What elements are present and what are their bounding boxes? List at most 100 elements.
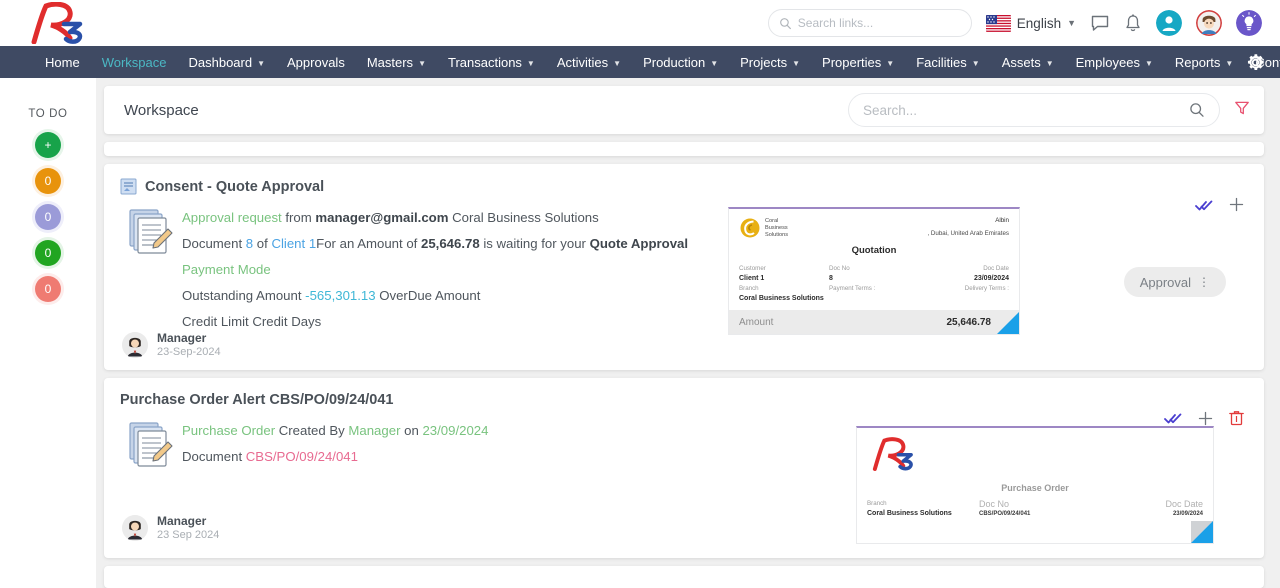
nav-item-reports[interactable]: Reports ▼: [1164, 46, 1244, 78]
nav-item-workspace[interactable]: Workspace: [91, 46, 178, 78]
preview-contact: Albin , Dubai, United Arab Emirates: [927, 217, 1009, 237]
preview-field-value: 23/09/2024: [973, 275, 1009, 282]
notification-line: Payment Mode: [182, 257, 728, 283]
notification-text-part: Payment Mode: [182, 262, 271, 277]
preview-doc-title: Purchase Order: [1001, 483, 1069, 493]
notification-text-part: 25,646.78: [421, 236, 480, 251]
notification-body: Purchase Order Created By Manager on 23/…: [120, 411, 1248, 544]
language-label: English: [1016, 15, 1062, 31]
preview-field-label: Customer: [739, 265, 766, 272]
nav-item-production[interactable]: Production ▼: [632, 46, 729, 78]
notification-text-part: Document: [182, 449, 246, 464]
preview-field-label: Delivery Terms :: [964, 285, 1009, 292]
app-logo[interactable]: [0, 0, 110, 46]
plus-icon: [1198, 411, 1213, 425]
preview-field-value: 8: [829, 275, 833, 282]
preview-amount-label: Amount: [739, 316, 774, 328]
notification-card: Consent - Quote Approval Approval reques…: [104, 164, 1264, 370]
notification-text-part: Document: [182, 236, 246, 251]
plus-icon[interactable]: [1198, 411, 1213, 426]
todo-badge-todo-count-red[interactable]: 0: [35, 276, 61, 302]
double-check-icon[interactable]: [1195, 198, 1213, 212]
chevron-down-icon: ▼: [971, 58, 980, 68]
chevron-down-icon: ▼: [1144, 58, 1153, 68]
nav-item-label: Activities: [556, 54, 609, 70]
links-search-input[interactable]: [797, 16, 961, 30]
todo-badge-todo-count-purple[interactable]: 0: [35, 204, 61, 230]
document-preview-thumbnail[interactable]: Coral Business Solutions Albin , Dubai, Un…: [728, 207, 1020, 335]
notification-text-part: For an Amount of: [316, 236, 421, 251]
notification-text-part: Coral Business Solutions: [448, 210, 599, 225]
nav-item-activities[interactable]: Activities ▼: [546, 46, 632, 78]
chevron-down-icon: ▼: [613, 58, 622, 68]
preview-field-value: Coral Business Solutions: [867, 510, 952, 517]
preview-field-label: Doc Date: [983, 265, 1009, 272]
document-preview-thumbnail[interactable]: Purchase Order Branch Coral Business Sol…: [856, 426, 1214, 544]
notification-text-part: is waiting for your: [479, 236, 590, 251]
todo-badge-todo-count-orange[interactable]: 0: [35, 168, 61, 194]
header-right-tools: English ▼: [767, 9, 1280, 37]
nav-item-transactions[interactable]: Transactions ▼: [437, 46, 546, 78]
nav-item-properties[interactable]: Properties ▼: [811, 46, 905, 78]
notification-card-header: Purchase Order Alert CBS/PO/09/24/041: [120, 392, 1248, 408]
todo-badge-add-todo[interactable]: +: [35, 132, 61, 158]
nav-item-employees[interactable]: Employees ▼: [1065, 46, 1164, 78]
idea-bulb-icon[interactable]: [1236, 10, 1262, 36]
links-search-box[interactable]: [767, 9, 972, 37]
double-check-icon[interactable]: [1164, 411, 1182, 425]
preview-field-label: Doc No: [979, 499, 1010, 509]
filter-funnel-icon[interactable]: [1234, 100, 1250, 121]
workspace-search-input[interactable]: [863, 102, 1189, 118]
workspace-search-box[interactable]: [848, 93, 1220, 127]
preview-company-logo: [867, 436, 1203, 477]
nav-item-label: Production: [643, 54, 706, 70]
notification-card-header: Consent - Quote Approval: [120, 178, 1248, 195]
nav-item-label: Home: [45, 54, 80, 70]
profile-avatar[interactable]: [1196, 10, 1222, 36]
preview-field-value: 23/09/2024: [1172, 511, 1203, 517]
nav-item-facilities[interactable]: Facilities ▼: [905, 46, 991, 78]
notification-card: Purchase Order Alert CBS/PO/09/24/041 Pu…: [104, 378, 1264, 558]
language-selector[interactable]: English ▼: [985, 14, 1076, 32]
chevron-down-icon: ▼: [1067, 18, 1076, 28]
preview-contact-address: , Dubai, United Arab Emirates: [927, 230, 1009, 237]
nav-item-projects[interactable]: Projects ▼: [729, 46, 811, 78]
double-check-icon: [1164, 413, 1182, 424]
chevron-down-icon: ▼: [257, 58, 266, 68]
chat-icon[interactable]: [1090, 13, 1110, 33]
notification-text-part: Credit Limit Credit Days: [182, 314, 322, 329]
nav-item-label: Properties: [822, 54, 882, 70]
notification-text-part: on: [400, 423, 423, 438]
search-icon: [1190, 103, 1204, 117]
workspace-content: Workspace Consent -: [96, 78, 1280, 588]
chevron-down-icon: ▼: [418, 58, 426, 68]
nav-item-dashboard[interactable]: Dashboard ▼: [177, 46, 276, 78]
nav-item-label: Masters: [366, 54, 414, 70]
notification-text-lines: Approval request from manager@gmail.com …: [182, 201, 728, 335]
nav-item-assets[interactable]: Assets ▼: [991, 46, 1065, 78]
nav-item-label: Employees: [1075, 54, 1140, 70]
approval-button[interactable]: Approval ⋮: [1123, 267, 1226, 297]
bell-icon[interactable]: [1124, 13, 1142, 33]
todo-badge-todo-count-green[interactable]: 0: [35, 240, 61, 266]
nav-item-masters[interactable]: Masters ▼: [356, 46, 437, 78]
nav-item-home[interactable]: Home: [34, 46, 91, 78]
nav-item-approvals[interactable]: Approvals: [276, 46, 356, 78]
nav-item-label: Approvals: [287, 54, 345, 70]
document-icon-wrap: [120, 201, 182, 335]
delete-trash-icon[interactable]: [1229, 410, 1244, 426]
document-report-icon: [120, 178, 137, 195]
notification-text-lines: Purchase Order Created By Manager on 23/…: [182, 414, 728, 470]
chevron-down-icon: ▼: [526, 58, 535, 68]
settings-gear-button[interactable]: [1245, 46, 1266, 78]
us-flag-icon: [985, 14, 1011, 32]
user-icon[interactable]: [1156, 10, 1182, 36]
notification-text-part: CBS/PO/09/24/041: [245, 449, 358, 464]
card-partial-bottom: [104, 566, 1264, 588]
notification-text-part: manager@gmail.com: [315, 210, 449, 225]
kebab-menu-icon[interactable]: ⋮: [1198, 276, 1210, 288]
notification-right-pane: Coral Business Solutions Albin , Dubai, Un…: [728, 197, 1248, 335]
preview-company-logo: Coral Business Solutions: [739, 217, 788, 239]
plus-icon[interactable]: [1229, 197, 1244, 212]
gear-icon: [1247, 53, 1264, 70]
